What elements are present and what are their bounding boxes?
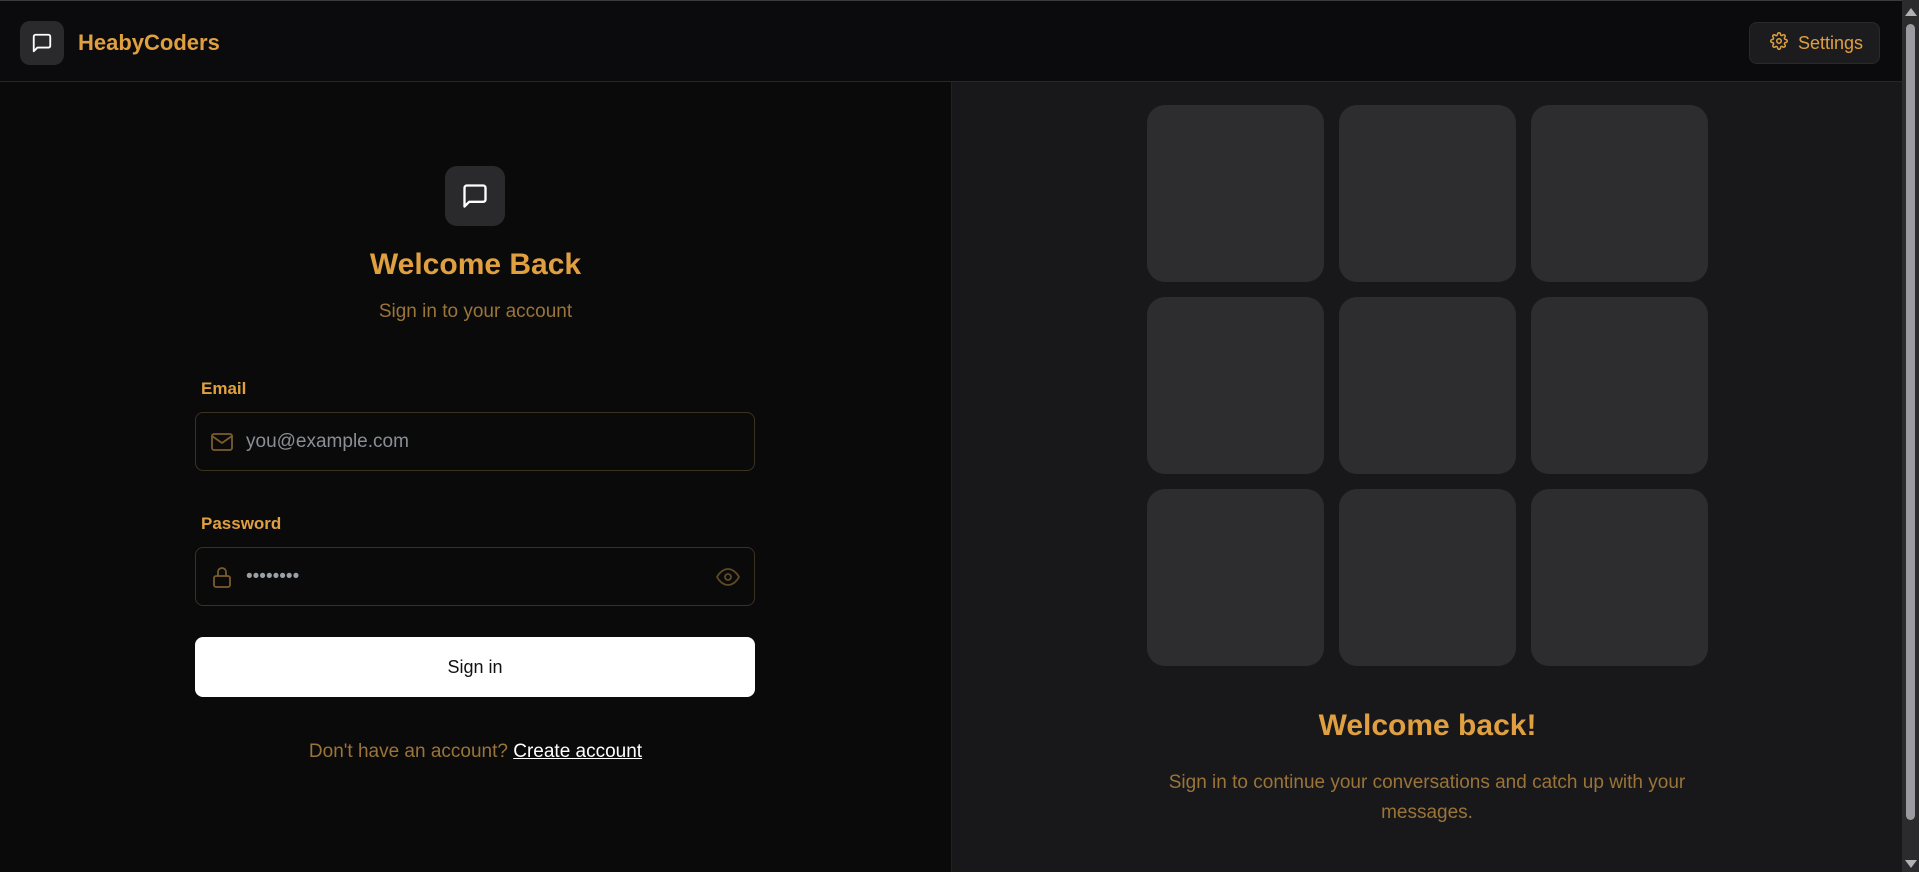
- promo-title: Welcome back!: [1318, 709, 1537, 742]
- message-square-icon: [445, 166, 505, 226]
- email-field[interactable]: [246, 413, 706, 470]
- password-field-wrapper: [195, 547, 755, 606]
- scroll-down-icon[interactable]: [1905, 860, 1917, 868]
- placeholder-tile: [1147, 489, 1324, 666]
- placeholder-tile: [1339, 489, 1516, 666]
- sign-in-button[interactable]: Sign in: [195, 637, 755, 697]
- lock-icon: [210, 565, 234, 594]
- promo-panel: Welcome back! Sign in to continue your c…: [951, 82, 1902, 872]
- placeholder-tile: [1147, 297, 1324, 474]
- create-account-link[interactable]: Create account: [513, 741, 642, 762]
- email-label: Email: [201, 379, 247, 398]
- promo-text: Sign in to continue your conversations a…: [1168, 772, 1686, 823]
- scrollbar-thumb[interactable]: [1906, 24, 1915, 820]
- settings-button[interactable]: Settings: [1748, 22, 1880, 64]
- signup-row: Don't have an account? Create account: [0, 741, 951, 763]
- scroll-up-icon[interactable]: [1905, 8, 1917, 16]
- settings-label: Settings: [1797, 32, 1863, 53]
- signup-prompt: Don't have an account?: [308, 741, 508, 762]
- placeholder-tile: [1531, 489, 1708, 666]
- vertical-scrollbar[interactable]: [1902, 0, 1919, 872]
- app: HeabyCoders Settings Welcome Back Sign i…: [0, 0, 1919, 872]
- gear-icon: [1770, 31, 1788, 55]
- mail-icon: [210, 430, 234, 459]
- password-field[interactable]: [246, 548, 706, 605]
- placeholder-tile: [1339, 297, 1516, 474]
- placeholder-tile: [1531, 297, 1708, 474]
- eye-icon[interactable]: [716, 565, 740, 594]
- placeholder-tile: [1531, 105, 1708, 282]
- message-square-icon: [20, 21, 64, 65]
- login-panel: Welcome Back Sign in to your account Ema…: [0, 82, 951, 872]
- email-field-wrapper: [195, 412, 755, 471]
- page-title: Welcome Back: [369, 248, 582, 281]
- brand-name: HeabyCoders: [78, 30, 220, 55]
- placeholder-tile: [1339, 105, 1516, 282]
- password-label: Password: [201, 514, 282, 533]
- top-navbar: HeabyCoders Settings: [0, 0, 1902, 82]
- placeholder-tile: [1147, 105, 1324, 282]
- page-subtitle: Sign in to your account: [378, 301, 573, 322]
- brand[interactable]: HeabyCoders: [20, 21, 220, 65]
